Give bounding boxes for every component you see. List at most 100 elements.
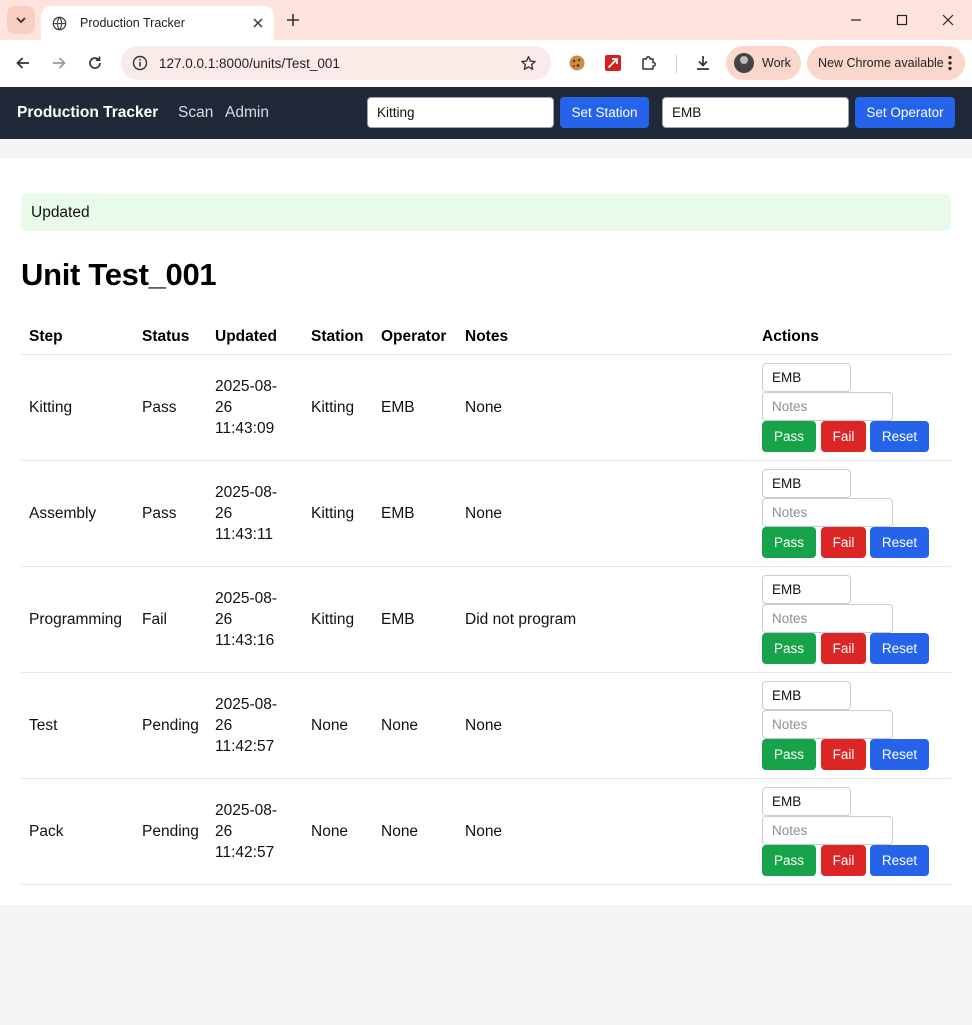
row-operator-input[interactable] — [762, 469, 851, 498]
flash-message: Updated — [21, 194, 951, 231]
address-bar[interactable]: 127.0.0.1:8000/units/Test_001 — [121, 46, 551, 80]
reset-button[interactable]: Reset — [870, 845, 929, 876]
station-input[interactable] — [367, 97, 554, 128]
updated-day: 26 — [215, 823, 233, 840]
updated-cell: 2025-08- 26 11:43:11 — [215, 482, 295, 545]
reset-button[interactable]: Reset — [870, 421, 929, 452]
site-info-icon[interactable] — [130, 53, 150, 73]
updated-day: 26 — [215, 717, 233, 734]
toolbar-divider — [676, 55, 677, 73]
updated-date: 2025-08- — [215, 802, 278, 819]
active-tab[interactable]: Production Tracker — [41, 6, 274, 40]
row-operator-input[interactable] — [762, 787, 851, 816]
step-cell: Assembly — [29, 505, 97, 522]
row-notes-input[interactable] — [762, 710, 893, 739]
nav-link-admin[interactable]: Admin — [225, 104, 269, 122]
row-divider — [21, 884, 951, 885]
cookie-extension-icon[interactable] — [565, 51, 589, 75]
kebab-menu-icon[interactable] — [944, 53, 957, 73]
notes-cell: None — [465, 399, 503, 416]
table-row: Programming Fail 2025-08- 26 11:43:16 Ki… — [0, 567, 972, 673]
set-station-button[interactable]: Set Station — [560, 97, 649, 128]
header-step: Step — [29, 328, 63, 345]
browser-chrome: Production Tracker 127.0.0.1:8000/units/… — [0, 0, 972, 87]
reload-icon[interactable] — [83, 51, 107, 75]
updated-date: 2025-08- — [215, 378, 278, 395]
chrome-update-button[interactable]: New Chrome available — [807, 46, 965, 80]
status-cell: Pending — [142, 823, 199, 840]
reset-button[interactable]: Reset — [870, 633, 929, 664]
reset-button[interactable]: Reset — [870, 739, 929, 770]
fail-button[interactable]: Fail — [821, 633, 866, 664]
step-cell: Pack — [29, 823, 64, 840]
window-close-icon[interactable] — [930, 5, 966, 35]
station-cell: Kitting — [311, 611, 355, 628]
row-notes-input[interactable] — [762, 816, 893, 845]
notes-cell: None — [465, 717, 503, 734]
set-operator-button[interactable]: Set Operator — [855, 97, 955, 128]
brand-title[interactable]: Production Tracker — [17, 104, 158, 122]
avatar — [734, 53, 754, 73]
operator-cell: EMB — [381, 399, 415, 416]
pass-button[interactable]: Pass — [762, 527, 816, 558]
row-operator-input[interactable] — [762, 681, 851, 710]
pass-button[interactable]: Pass — [762, 633, 816, 664]
row-notes-input[interactable] — [762, 498, 893, 527]
main-card: Updated Unit Test_001 Step Status Update… — [0, 158, 972, 905]
close-icon[interactable] — [248, 13, 268, 33]
tab-strip: Production Tracker — [0, 0, 972, 40]
notes-cell: Did not program — [465, 611, 577, 628]
fail-button[interactable]: Fail — [821, 527, 866, 558]
pass-button[interactable]: Pass — [762, 739, 816, 770]
browser-toolbar: 127.0.0.1:8000/units/Test_001 Work New C… — [0, 40, 972, 87]
operator-input[interactable] — [662, 97, 849, 128]
updated-date: 2025-08- — [215, 484, 278, 501]
table-row: Test Pending 2025-08- 26 11:42:57 None N… — [0, 673, 972, 779]
updated-time: 11:43:16 — [215, 632, 275, 649]
extensions-puzzle-icon[interactable] — [637, 51, 661, 75]
fail-button[interactable]: Fail — [821, 739, 866, 770]
tab-list-button[interactable] — [7, 6, 35, 34]
status-cell: Fail — [142, 611, 167, 628]
step-cell: Kitting — [29, 399, 73, 416]
updated-cell: 2025-08- 26 11:42:57 — [215, 694, 295, 757]
status-cell: Pending — [142, 717, 199, 734]
updated-time: 11:43:09 — [215, 420, 275, 437]
row-notes-input[interactable] — [762, 392, 893, 421]
minimize-icon[interactable] — [838, 5, 874, 35]
pass-button[interactable]: Pass — [762, 845, 816, 876]
fail-button[interactable]: Fail — [821, 845, 866, 876]
fail-button[interactable]: Fail — [821, 421, 866, 452]
profile-button[interactable]: Work — [726, 46, 801, 80]
updated-cell: 2025-08- 26 11:42:57 — [215, 800, 295, 863]
pdf-extension-icon[interactable] — [601, 51, 625, 75]
table-row: Kitting Pass 2025-08- 26 11:43:09 Kittin… — [0, 355, 972, 461]
status-cell: Pass — [142, 399, 177, 416]
header-station: Station — [311, 328, 364, 345]
table-row: Assembly Pass 2025-08- 26 11:43:11 Kitti… — [0, 461, 972, 567]
row-operator-input[interactable] — [762, 575, 851, 604]
plus-icon[interactable] — [281, 8, 305, 32]
app-navbar: Production Tracker Scan Admin Set Statio… — [0, 87, 972, 139]
header-operator: Operator — [381, 328, 447, 345]
row-operator-input[interactable] — [762, 363, 851, 392]
station-cell: None — [311, 823, 349, 840]
star-icon[interactable] — [517, 52, 539, 74]
tab-title: Production Tracker — [80, 16, 185, 30]
back-icon[interactable] — [11, 51, 35, 75]
updated-cell: 2025-08- 26 11:43:09 — [215, 376, 295, 439]
download-icon[interactable] — [691, 51, 715, 75]
tab-list-icon — [16, 17, 26, 24]
header-notes: Notes — [465, 328, 509, 345]
pass-button[interactable]: Pass — [762, 421, 816, 452]
url-text: 127.0.0.1:8000/units/Test_001 — [159, 55, 340, 71]
reset-button[interactable]: Reset — [870, 527, 929, 558]
nav-link-scan[interactable]: Scan — [178, 104, 213, 122]
header-status: Status — [142, 328, 190, 345]
operator-cell: EMB — [381, 611, 415, 628]
forward-icon[interactable] — [47, 51, 71, 75]
updated-day: 26 — [215, 505, 233, 522]
maximize-icon[interactable] — [884, 5, 920, 35]
updated-day: 26 — [215, 611, 233, 628]
row-notes-input[interactable] — [762, 604, 893, 633]
